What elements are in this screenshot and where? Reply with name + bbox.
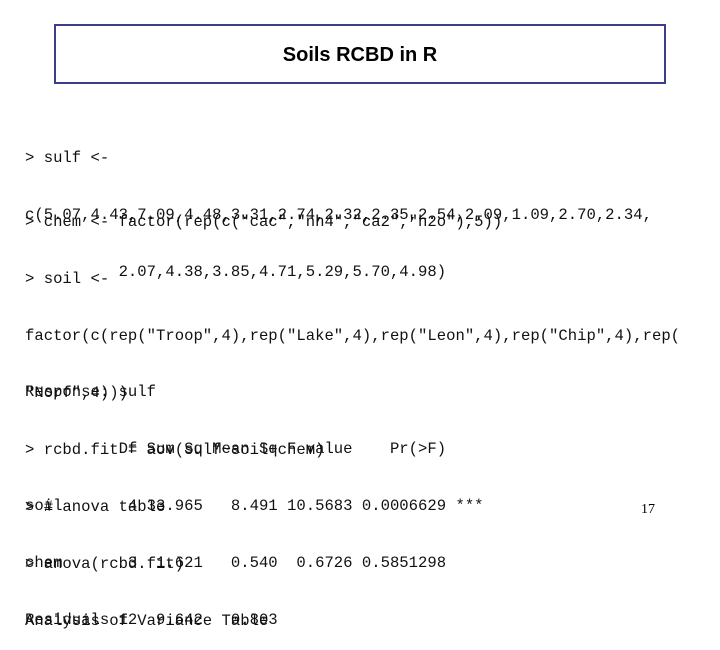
anova-row-residuals: Residuals 12 9.642 0.803 <box>25 611 278 629</box>
title-box: Soils RCBD in R <box>54 24 666 84</box>
anova-header-row: Df Sum Sq Mean Sq F value Pr(>F) <box>25 440 447 458</box>
code-line: > soil <- <box>25 270 110 288</box>
code-line: factor(c(rep("Troop",4),rep("Lake",4),re… <box>25 327 681 345</box>
anova-response-line: Response: sulf <box>25 383 157 401</box>
code-line: > sulf <- <box>25 149 110 167</box>
anova-row-chem: chem 3 1.621 0.540 0.6726 0.5851298 <box>25 554 447 572</box>
code-line: > chem <- factor(rep(c("cac","nh4","ca2"… <box>25 213 503 231</box>
slide-title: Soils RCBD in R <box>282 43 438 66</box>
anova-output-table: Response: sulf Df Sum Sq Mean Sq F value… <box>25 345 484 649</box>
page-number: 17 <box>641 502 655 517</box>
anova-row-soil: soil 4 33.965 8.491 10.5683 0.0006629 **… <box>25 497 484 515</box>
